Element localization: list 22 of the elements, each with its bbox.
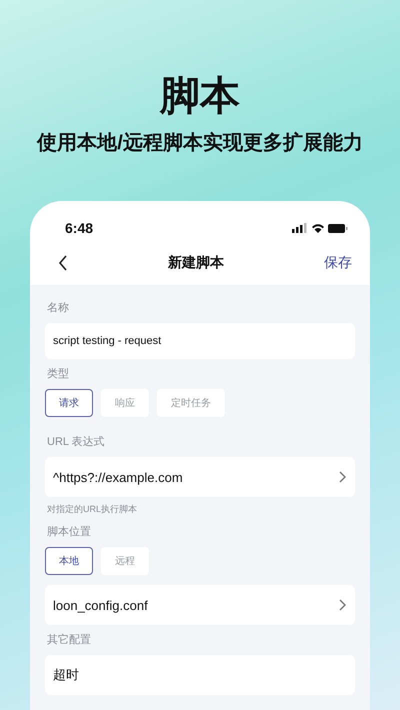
section-label: 其它配置	[47, 633, 92, 647]
back-icon	[58, 255, 68, 271]
screen-title: 新建脚本	[168, 254, 224, 272]
page-subtitle: 使用本地/远程脚本实现更多扩展能力	[37, 130, 363, 156]
settings-row[interactable]: 超时	[45, 655, 355, 695]
section-label: 脚本位置	[47, 525, 92, 539]
section-label: 名称	[47, 301, 70, 315]
status-icons	[292, 222, 348, 234]
section-label: 类型	[47, 367, 70, 381]
chevron-right-icon	[339, 599, 347, 611]
select-field[interactable]: ^https?://example.com	[45, 457, 355, 497]
page-title: 脚本	[160, 73, 240, 120]
select-field[interactable]: loon_config.conf	[45, 585, 355, 625]
back-button[interactable]	[58, 255, 68, 271]
field-hint: 对指定的URL执行脚本	[47, 503, 138, 515]
segment-option[interactable]: 请求	[45, 389, 93, 417]
segment-option[interactable]: 本地	[45, 547, 93, 575]
section-label: URL 表达式	[47, 435, 106, 449]
name-field[interactable]: script testing - request	[45, 323, 355, 359]
status-time: 6:48	[65, 220, 94, 236]
save-button[interactable]: 保存	[324, 254, 352, 272]
chevron-right-icon	[339, 471, 347, 483]
